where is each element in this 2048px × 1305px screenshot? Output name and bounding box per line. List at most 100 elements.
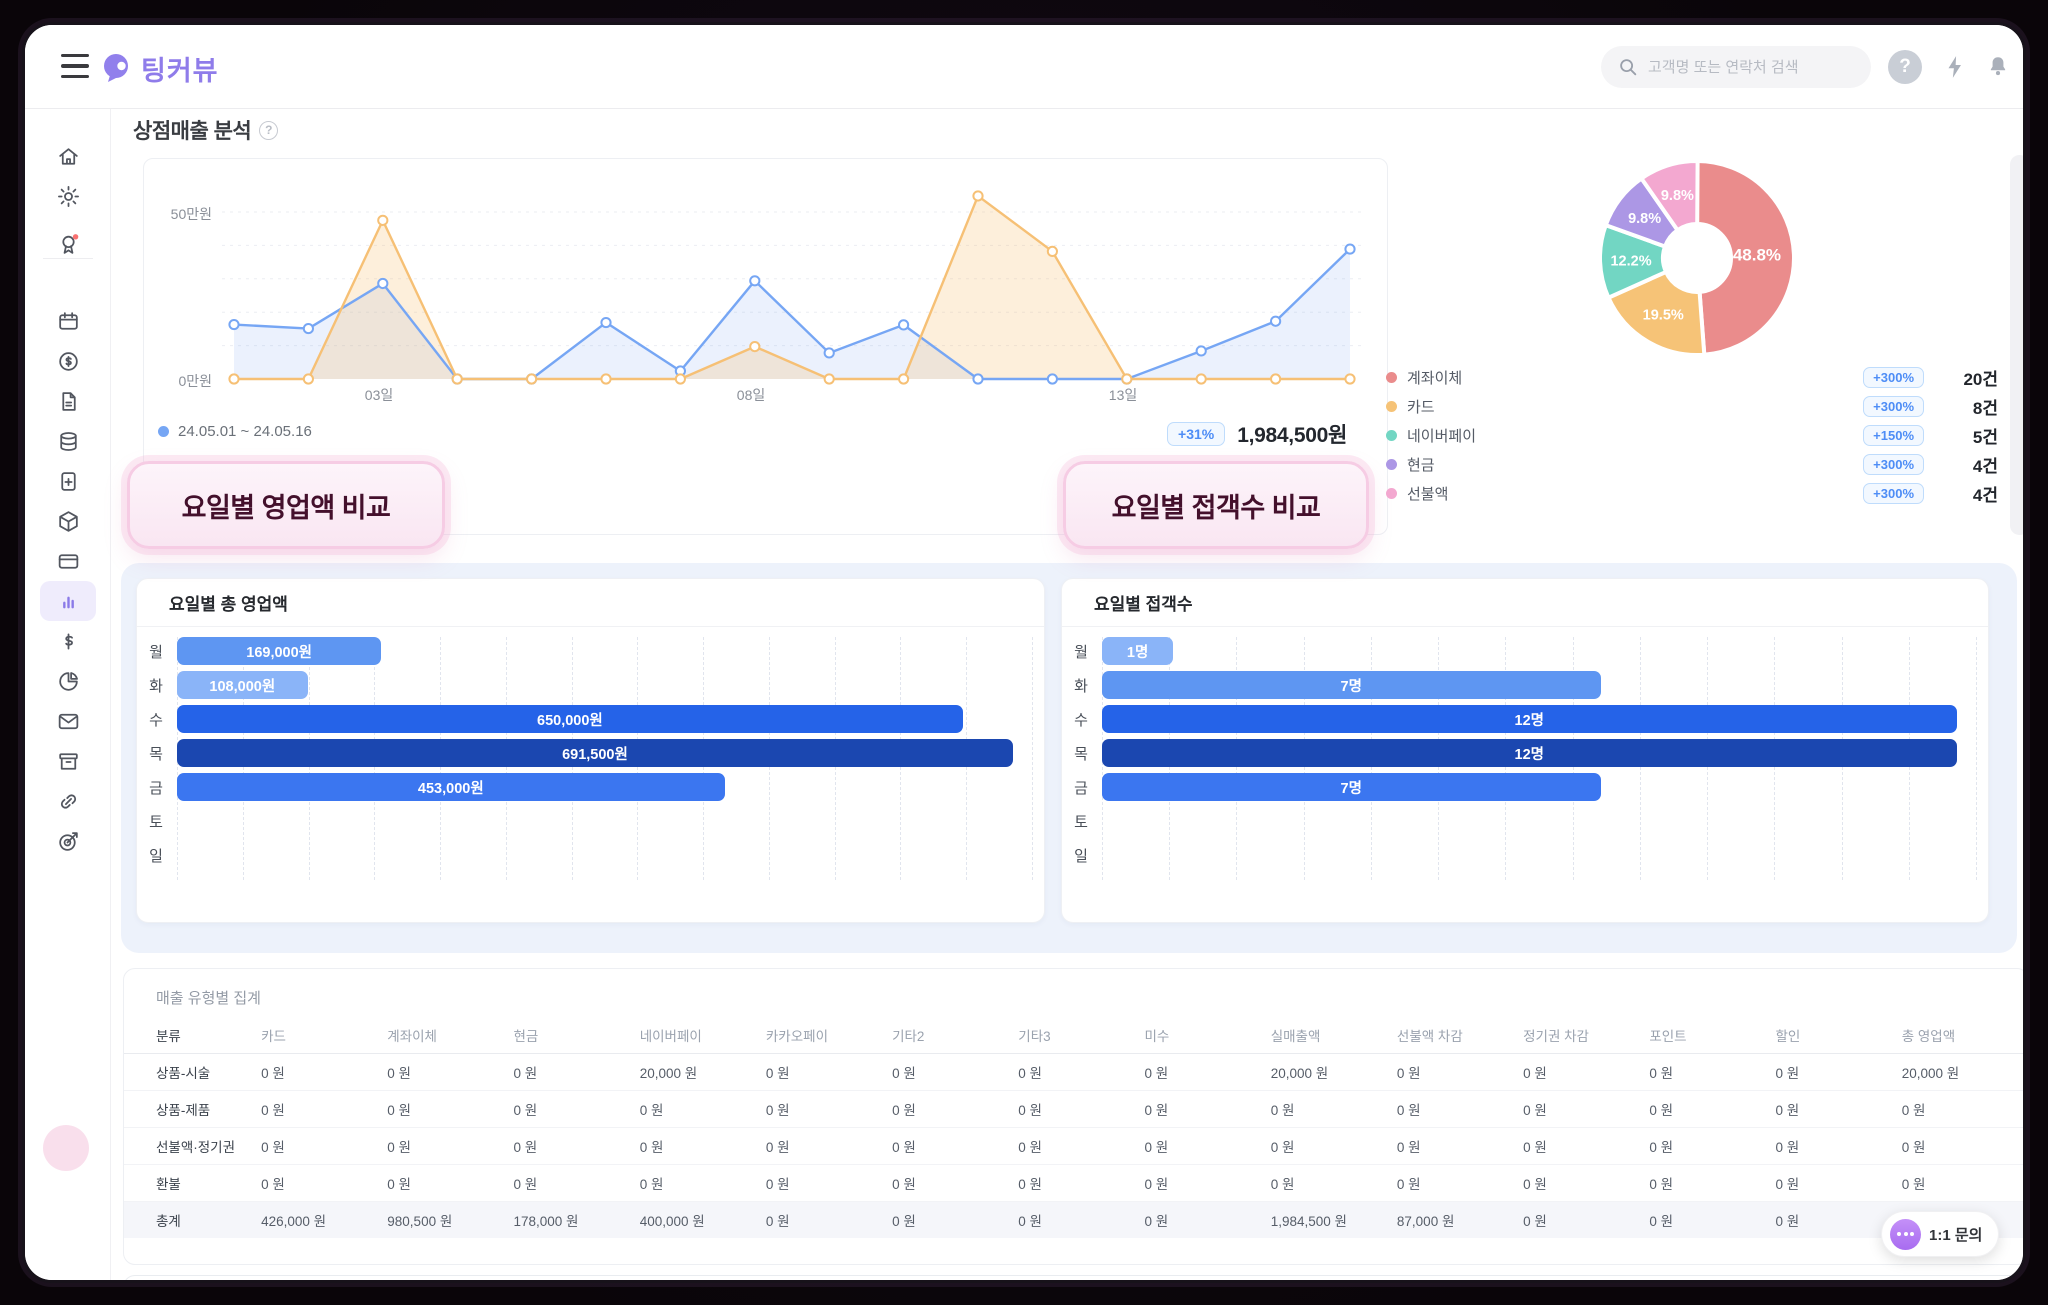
table-cell: 426,000 원 — [261, 1201, 387, 1238]
table-cell: 0 원 — [1902, 1164, 2026, 1201]
day-label: 토 — [143, 807, 169, 835]
line-chart[interactable] — [222, 165, 1362, 411]
table-cell: 178,000 원 — [513, 1201, 639, 1238]
sidebar-item-mail[interactable] — [40, 701, 96, 741]
table-cell: 0 원 — [387, 1127, 513, 1164]
sidebar-item-home[interactable] — [40, 136, 96, 176]
sidebar-item-database[interactable] — [40, 421, 96, 461]
table-cell: 0 원 — [1649, 1164, 1775, 1201]
bar-value-label: 12명 — [1515, 709, 1544, 730]
sidebar-item-target[interactable] — [40, 821, 96, 861]
table-header: 실매출액 — [1271, 1017, 1397, 1053]
table-cell: 0 원 — [1018, 1090, 1144, 1127]
table-cell: 0 원 — [1145, 1201, 1271, 1238]
weekday-sales-bars[interactable]: 월169,000원화108,000원수650,000원목691,500원금453… — [137, 635, 1030, 908]
weekday-customers-bars[interactable]: 월1명화7명수12명목12명금7명토일 — [1062, 635, 1974, 908]
sidebar — [25, 109, 111, 1283]
sidebar-divider — [43, 258, 93, 259]
current-period-total: +31% 1,984,500원 — [1167, 419, 1347, 449]
search-input[interactable] — [1648, 59, 1848, 76]
title-help-icon[interactable]: ? — [259, 121, 278, 140]
table-cell: 0 원 — [1649, 1201, 1775, 1238]
bar-row-금: 금7명 — [1062, 773, 1974, 801]
bar-value-label: 12명 — [1515, 743, 1544, 764]
bell-icon[interactable] — [1981, 50, 2015, 84]
bar-수[interactable]: 12명 — [1102, 705, 1957, 733]
menu-icon[interactable] — [61, 54, 89, 78]
bar-월[interactable]: 1명 — [1102, 637, 1173, 665]
table-cell: 0 원 — [766, 1164, 892, 1201]
weekday-sales-panel-title: 요일별 총 영업액 — [137, 579, 1044, 627]
sidebar-item-dollar[interactable] — [40, 621, 96, 661]
table-cell: 0 원 — [1397, 1053, 1523, 1090]
bar-수[interactable]: 650,000원 — [177, 705, 963, 733]
sidebar-item-coin[interactable] — [40, 341, 96, 381]
sidebar-item-pie-chart[interactable] — [40, 661, 96, 701]
sidebar-item-bar-chart[interactable] — [40, 581, 96, 621]
sales-by-type-table-card: 매출 유형별 집계 분류카드계좌이체현금네이버페이카카오페이기타2기타3미수실매… — [123, 968, 2026, 1265]
sidebar-item-calendar[interactable] — [40, 301, 96, 341]
pie-legend-item-계좌이체[interactable]: 계좌이체+300%20건 — [1386, 363, 1998, 392]
pie-legend-item-네이버페이[interactable]: 네이버페이+150%5건 — [1386, 421, 1998, 450]
table-cell: 87,000 원 — [1397, 1201, 1523, 1238]
search-bar[interactable] — [1601, 46, 1871, 88]
table-cell: 0 원 — [1776, 1090, 1902, 1127]
table-cell: 0 원 — [1776, 1053, 1902, 1090]
pie-legend-item-현금[interactable]: 현금+300%4건 — [1386, 450, 1998, 479]
day-label: 일 — [1068, 841, 1094, 869]
avatar[interactable] — [43, 1125, 89, 1171]
table-header: 카카오페이 — [766, 1017, 892, 1053]
support-chat-button[interactable]: 1:1 문의 — [1881, 1211, 1999, 1257]
bar-row-토: 토 — [1062, 807, 1974, 835]
bar-화[interactable]: 7명 — [1102, 671, 1601, 699]
sidebar-item-link[interactable] — [40, 781, 96, 821]
payment-methods-pie-chart[interactable]: 48.8%19.5%12.2%9.8%9.8% — [1575, 136, 1819, 380]
credit-card-icon — [56, 549, 81, 574]
table-cell: 0 원 — [1523, 1164, 1649, 1201]
app-logo[interactable]: 팅커뷰 — [101, 49, 219, 88]
pie-legend-item-선불액[interactable]: 선불액+300%4건 — [1386, 479, 1998, 508]
table-cell: 상품-제품 — [124, 1090, 261, 1127]
logo-balloon-icon — [101, 52, 133, 86]
sales-by-type-table[interactable]: 분류카드계좌이체현금네이버페이카카오페이기타2기타3미수실매출액선불액 차감정기… — [124, 1017, 2026, 1238]
table-cell: 0 원 — [1397, 1164, 1523, 1201]
table-header: 계좌이체 — [387, 1017, 513, 1053]
bar-금[interactable]: 453,000원 — [177, 773, 725, 801]
lightning-icon[interactable] — [1938, 50, 1972, 84]
pie-legend-item-카드[interactable]: 카드+300%8건 — [1386, 392, 1998, 421]
legend-dot-blue — [158, 426, 169, 437]
sidebar-item-settings[interactable] — [40, 176, 96, 216]
sidebar-item-archive[interactable] — [40, 741, 96, 781]
table-cell: 0 원 — [387, 1053, 513, 1090]
day-label: 일 — [143, 841, 169, 869]
svg-text:12.2%: 12.2% — [1610, 253, 1651, 269]
help-icon[interactable]: ? — [1888, 50, 1922, 84]
table-cell: 0 원 — [640, 1127, 766, 1164]
sidebar-item-package[interactable] — [40, 501, 96, 541]
table-header: 현금 — [513, 1017, 639, 1053]
legend-item-current-period[interactable]: 24.05.01 ~ 24.05.16 — [158, 423, 312, 440]
bar-화[interactable]: 108,000원 — [177, 671, 308, 699]
bar-금[interactable]: 7명 — [1102, 773, 1601, 801]
scrollbar[interactable] — [2010, 155, 2026, 535]
calendar-icon — [56, 309, 81, 334]
day-label: 월 — [1068, 637, 1094, 665]
bar-목[interactable]: 691,500원 — [177, 739, 1013, 767]
file-plus-icon — [56, 469, 81, 494]
table-row: 환불0 원0 원0 원0 원0 원0 원0 원0 원0 원0 원0 원0 원0 … — [124, 1164, 2026, 1201]
bar-목[interactable]: 12명 — [1102, 739, 1957, 767]
legend-dot — [1386, 401, 1397, 412]
count-value: 20건 — [1948, 365, 1998, 390]
bar-row-수: 수650,000원 — [137, 705, 1030, 733]
table-cell: 0 원 — [892, 1127, 1018, 1164]
bar-row-월: 월 1명 — [1062, 637, 1974, 665]
table-cell: 0 원 — [1902, 1127, 2026, 1164]
settings-icon — [56, 184, 81, 209]
bar-월[interactable]: 169,000원 — [177, 637, 381, 665]
table-cell: 0 원 — [1902, 1090, 2026, 1127]
weekday-sales-panel: 요일별 총 영업액 월169,000원화108,000원수650,000원목69… — [136, 578, 1045, 923]
sidebar-item-file-plus[interactable] — [40, 461, 96, 501]
table-cell: 0 원 — [640, 1164, 766, 1201]
sidebar-item-document[interactable] — [40, 381, 96, 421]
sidebar-item-credit-card[interactable] — [40, 541, 96, 581]
